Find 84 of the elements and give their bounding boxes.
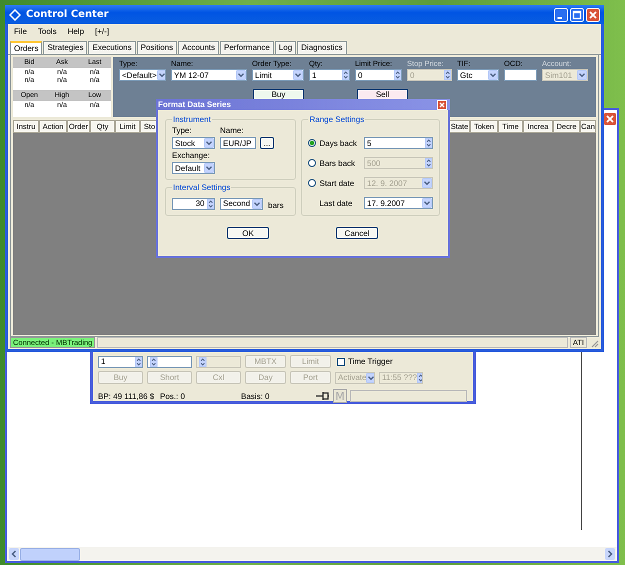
horizontal-scrollbar[interactable]	[7, 547, 617, 561]
tab[interactable]: Performance	[220, 41, 274, 54]
spin-arrows-icon	[394, 70, 401, 80]
pin-icon[interactable]	[316, 391, 330, 401]
menu-item[interactable]: File	[14, 27, 27, 36]
input-field[interactable]	[504, 69, 537, 81]
field-label: Exchange:	[172, 151, 211, 160]
chevron-down-icon	[236, 70, 246, 80]
dropdown[interactable]: YM 12-07	[171, 69, 247, 81]
spin-box[interactable]: 30	[172, 198, 215, 210]
radio-button[interactable]	[308, 139, 316, 147]
chevron-down-icon	[204, 163, 214, 173]
spin-arrows-icon	[206, 198, 214, 208]
group-title: Interval Settings	[172, 183, 232, 192]
diamond-icon	[9, 8, 21, 20]
close-button[interactable]	[603, 112, 617, 126]
tab[interactable]: Accounts	[178, 41, 219, 54]
spin-arrows-icon	[424, 158, 432, 168]
menu-item[interactable]: [+/-]	[95, 27, 110, 36]
scroll-right-icon[interactable]	[605, 548, 615, 560]
dialog-title: Format Data Series	[158, 100, 231, 109]
menu-item[interactable]: Tools	[38, 27, 57, 36]
group-title: Instrument	[172, 115, 212, 124]
spin-arrows-icon	[150, 356, 158, 366]
window-title: Control Center	[26, 9, 109, 20]
unit-label: bars	[268, 201, 284, 210]
tab[interactable]: Strategies	[43, 41, 88, 54]
checkbox[interactable]	[337, 358, 345, 366]
chevron-down-icon	[488, 70, 498, 80]
spin-arrows-icon	[424, 138, 432, 148]
dialog-button[interactable]: OK	[227, 227, 269, 239]
radio-label: Days back	[319, 138, 357, 148]
dropdown[interactable]: Second	[220, 198, 263, 210]
dropdown[interactable]: Gtc	[457, 69, 499, 81]
chevron-down-icon	[422, 178, 432, 188]
buying-power-text: BP: 49 111,86 $	[98, 392, 156, 400]
spin-arrows-icon	[342, 70, 349, 80]
tab[interactable]: Log	[274, 41, 296, 54]
tab[interactable]: Orders	[10, 41, 42, 54]
menu-item[interactable]: Help	[68, 27, 84, 36]
group-title: Range Settings	[308, 115, 366, 124]
dropdown[interactable]: 17. 9.2007	[364, 197, 433, 209]
close-button[interactable]	[586, 8, 600, 22]
chevron-down-icon	[422, 198, 432, 208]
radio-label: Start date	[319, 178, 354, 188]
spin-box[interactable]: 0	[355, 69, 402, 81]
dropdown[interactable]: Stock	[172, 137, 215, 149]
scrollbar-thumb[interactable]	[20, 548, 80, 560]
spin-arrows-icon	[199, 356, 206, 366]
dropdown[interactable]: <Default>	[119, 69, 166, 81]
maximize-button[interactable]	[570, 8, 584, 22]
chevron-down-icon	[577, 70, 587, 80]
chevron-down-icon	[156, 70, 165, 80]
minimize-button[interactable]	[554, 8, 568, 22]
checkbox-label: Time Trigger	[348, 357, 393, 366]
chevron-down-icon	[252, 198, 262, 208]
spin-box[interactable]: 1	[98, 356, 143, 368]
input-field[interactable]: EUR/JP	[220, 137, 256, 149]
buy-button[interactable]: Buy	[253, 89, 304, 100]
chevron-down-icon	[366, 372, 374, 382]
spin-box[interactable]: 5	[364, 137, 433, 149]
spin-arrows-icon	[134, 356, 142, 366]
radio-label: Bars back	[319, 158, 356, 168]
spin-arrows-icon	[444, 70, 451, 80]
tab[interactable]: Diagnostics	[297, 41, 347, 54]
field-label: Type:	[172, 126, 193, 135]
tab[interactable]: Positions	[136, 41, 178, 54]
basis-text: Basis: 0	[241, 392, 270, 400]
browse-button[interactable]: ...	[260, 137, 274, 149]
spin-box[interactable]	[147, 356, 192, 368]
position-text: Pos.: 0	[160, 392, 186, 400]
field-label: Name:	[220, 126, 245, 135]
tab[interactable]: Executions	[88, 41, 136, 54]
chevron-down-icon	[293, 70, 303, 80]
dialog-button[interactable]: Cancel	[336, 227, 378, 239]
chevron-down-icon	[204, 138, 214, 148]
sell-button[interactable]: Sell	[357, 89, 408, 100]
dropdown[interactable]: Limit	[252, 69, 304, 81]
resize-grip-icon[interactable]	[589, 338, 599, 348]
field-label: Last date	[318, 198, 352, 208]
scroll-left-icon[interactable]	[9, 548, 19, 560]
spin-box[interactable]: 1	[309, 69, 350, 81]
dropdown[interactable]: Default	[172, 162, 215, 174]
close-button[interactable]	[437, 100, 447, 110]
